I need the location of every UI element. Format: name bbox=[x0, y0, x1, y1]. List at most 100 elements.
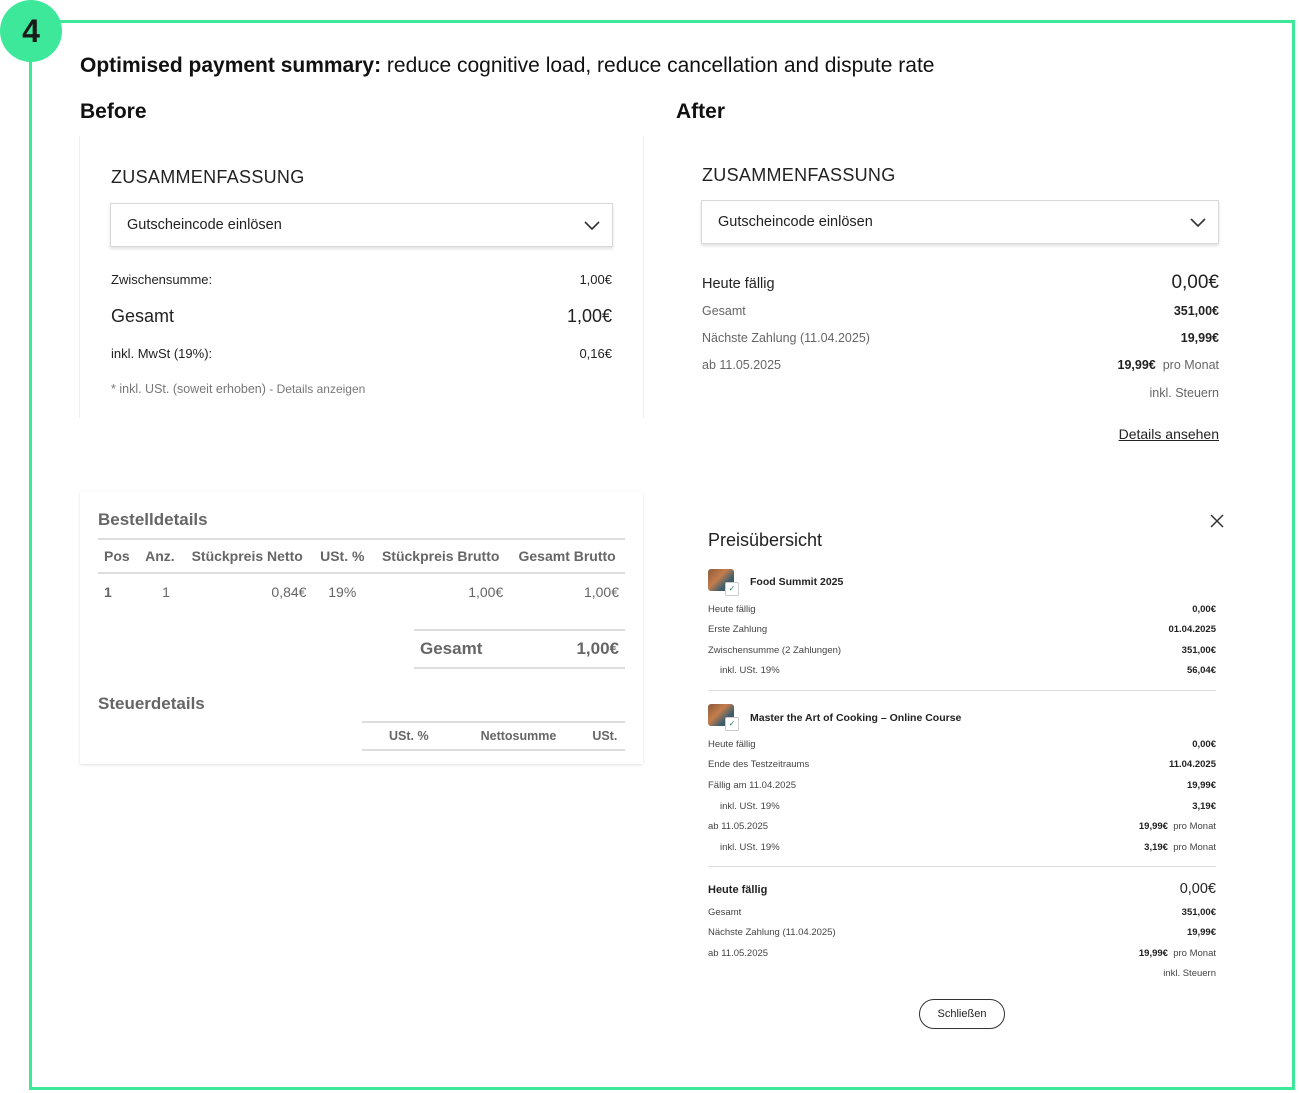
after-due-today-value: 0,00€ bbox=[1171, 272, 1219, 293]
row-label: Ende des Testzeitraums bbox=[708, 759, 810, 770]
col-vat: USt. % bbox=[312, 538, 373, 574]
vat-value: 0,16€ bbox=[579, 346, 612, 361]
chevron-down-icon bbox=[1190, 218, 1206, 228]
after-due-today-row: Heute fällig 0,00€ bbox=[702, 272, 1219, 294]
after-next-label: Nächste Zahlung (11.04.2025) bbox=[702, 331, 870, 345]
row-label: inkl. USt. 19% bbox=[720, 842, 780, 853]
after-coupon-dropdown[interactable]: Gutscheincode einlösen bbox=[701, 200, 1219, 244]
details-link[interactable]: - Details anzeigen bbox=[266, 382, 365, 396]
row-unit: pro Monat bbox=[1173, 821, 1216, 832]
subtotal-label: Zwischensumme: bbox=[111, 272, 213, 287]
after-tax-note: inkl. Steuern bbox=[1149, 386, 1219, 400]
total-label: Gesamt bbox=[111, 306, 175, 326]
list-item: inkl. USt. 19% 3,19€ pro Monat bbox=[708, 842, 1216, 853]
summary-due-today-row: Heute fällig 0,00€ bbox=[708, 881, 1216, 897]
order-total-row: Gesamt 1,00€ bbox=[414, 629, 625, 669]
table-row: 1 1 0,84€ 19% 1,00€ 1,00€ bbox=[98, 573, 625, 610]
after-total-value: 351,00€ bbox=[1173, 304, 1219, 318]
row-label: Nächste Zahlung (11.04.2025) bbox=[708, 927, 836, 938]
vat-row: inkl. MwSt (19%): 0,16€ bbox=[111, 346, 612, 361]
close-icon[interactable] bbox=[1210, 514, 1224, 528]
list-item: Gesamt 351,00€ bbox=[708, 907, 1216, 918]
cell-pos: 1 bbox=[104, 584, 112, 600]
product-thumbnail: ✓ bbox=[708, 704, 739, 731]
row-value: 351,00€ bbox=[1181, 907, 1216, 918]
row-label: Fällig am 11.04.2025 bbox=[708, 780, 797, 791]
chevron-down-icon bbox=[584, 221, 600, 231]
row-value: 56,04€ bbox=[1186, 665, 1216, 676]
order-table-header: Pos Anz. Stückpreis Netto USt. % Stückpr… bbox=[98, 538, 625, 574]
order-total-value: 1,00€ bbox=[576, 639, 619, 658]
row-label: Zwischensumme (2 Zahlungen) bbox=[708, 645, 842, 656]
row-label: inkl. USt. 19% bbox=[720, 801, 780, 812]
row-value: 19,99€ bbox=[1186, 927, 1216, 938]
tax-table-header: USt. % Nettosumme USt. bbox=[362, 721, 625, 751]
after-next-value: 19,99€ bbox=[1180, 331, 1219, 345]
cell-unit-gross: 1,00€ bbox=[468, 584, 504, 600]
after-next-row: Nächste Zahlung (11.04.2025) 19,99€ bbox=[702, 331, 1219, 345]
row-value: 19,99€ bbox=[1138, 821, 1168, 832]
after-summary-title: ZUSAMMENFASSUNG bbox=[702, 165, 896, 185]
before-summary-card: ZUSAMMENFASSUNG Gutscheincode einlösen Z… bbox=[80, 136, 643, 418]
footnote-text: * inkl. USt. (soweit erhoben) bbox=[111, 382, 266, 396]
order-details-card: Bestelldetails Pos Anz. Stückpreis Netto… bbox=[80, 492, 643, 764]
row-value: 0,00€ bbox=[1192, 604, 1216, 615]
coupon-dropdown[interactable]: Gutscheincode einlösen bbox=[110, 203, 613, 247]
list-item: Erste Zahlung 01.04.2025 bbox=[708, 624, 1216, 635]
row-label: Heute fällig bbox=[708, 604, 756, 615]
row-value: 3,19€ bbox=[1192, 801, 1216, 812]
total-row: Gesamt 1,00€ bbox=[111, 306, 612, 327]
row-label: inkl. USt. 19% bbox=[720, 665, 780, 676]
vat-label: inkl. MwSt (19%): bbox=[111, 346, 213, 361]
product2-name: Master the Art of Cooking – Online Cours… bbox=[750, 712, 962, 724]
list-item: Heute fällig 0,00€ bbox=[708, 739, 1216, 750]
step-badge: 4 bbox=[0, 0, 62, 62]
row-value: 3,19€ bbox=[1144, 842, 1168, 853]
after-from-value: 19,99€ bbox=[1117, 358, 1156, 372]
close-button[interactable]: Schließen bbox=[919, 999, 1005, 1029]
summary-tax-note: inkl. Steuern bbox=[1163, 968, 1216, 979]
list-item: inkl. USt. 19% 56,04€ bbox=[708, 665, 1216, 676]
after-due-today-label: Heute fällig bbox=[702, 276, 775, 292]
headline-rest: reduce cognitive load, reduce cancellati… bbox=[381, 54, 935, 77]
after-from-row: ab 11.05.2025 19,99€ pro Monat bbox=[702, 358, 1219, 372]
ticket-icon: ✓ bbox=[725, 582, 739, 596]
cell-unit-net: 0,84€ bbox=[271, 584, 307, 600]
row-label: Heute fällig bbox=[708, 739, 756, 750]
row-label: Gesamt bbox=[708, 907, 742, 918]
row-value: 0,00€ bbox=[1192, 739, 1216, 750]
row-label: ab 11.05.2025 bbox=[708, 821, 769, 832]
list-item: ab 11.05.2025 19,99€ pro Monat bbox=[708, 821, 1216, 832]
divider bbox=[708, 866, 1216, 867]
after-from-unit: pro Monat bbox=[1162, 358, 1219, 372]
tax-col-vat: USt. % bbox=[389, 729, 429, 743]
after-label: After bbox=[676, 100, 726, 123]
tax-col-net: Nettosumme bbox=[480, 729, 557, 743]
after-total-row: Gesamt 351,00€ bbox=[702, 304, 1219, 318]
modal-title: Preisübersicht bbox=[708, 530, 823, 550]
tax-col-tax: USt. bbox=[592, 729, 618, 743]
row-value: 01.04.2025 bbox=[1168, 624, 1216, 635]
list-item: Nächste Zahlung (11.04.2025) 19,99€ bbox=[708, 927, 1216, 938]
cell-total-gross: 1,00€ bbox=[583, 584, 619, 600]
list-item: Zwischensumme (2 Zahlungen) 351,00€ bbox=[708, 645, 1216, 656]
col-qty: Anz. bbox=[137, 538, 182, 574]
price-overview-modal: Preisübersicht ✓ Food Summit 2025 Heute … bbox=[700, 500, 1230, 1045]
list-item: Ende des Testzeitraums 11.04.2025 bbox=[708, 759, 1216, 770]
list-item: ab 11.05.2025 19,99€ pro Monat bbox=[708, 948, 1216, 959]
headline-bold: Optimised payment summary: bbox=[80, 54, 382, 77]
cell-qty: 1 bbox=[162, 584, 170, 600]
product1-name: Food Summit 2025 bbox=[750, 576, 844, 588]
headline: Optimised payment summary: reduce cognit… bbox=[80, 54, 934, 78]
after-total-label: Gesamt bbox=[702, 304, 746, 318]
before-label: Before bbox=[80, 100, 147, 123]
row-value: 19,99€ bbox=[1186, 780, 1216, 791]
col-total-gross: Gesamt Brutto bbox=[509, 538, 625, 574]
footnote: * inkl. USt. (soweit erhoben) - Details … bbox=[111, 382, 365, 396]
details-link[interactable]: Details ansehen bbox=[1119, 426, 1219, 442]
col-pos: Pos bbox=[98, 538, 138, 574]
order-details-title: Bestelldetails bbox=[98, 510, 208, 529]
row-value: 11.04.2025 bbox=[1168, 759, 1216, 770]
after-from-label: ab 11.05.2025 bbox=[702, 358, 782, 372]
row-label: Erste Zahlung bbox=[708, 624, 768, 635]
